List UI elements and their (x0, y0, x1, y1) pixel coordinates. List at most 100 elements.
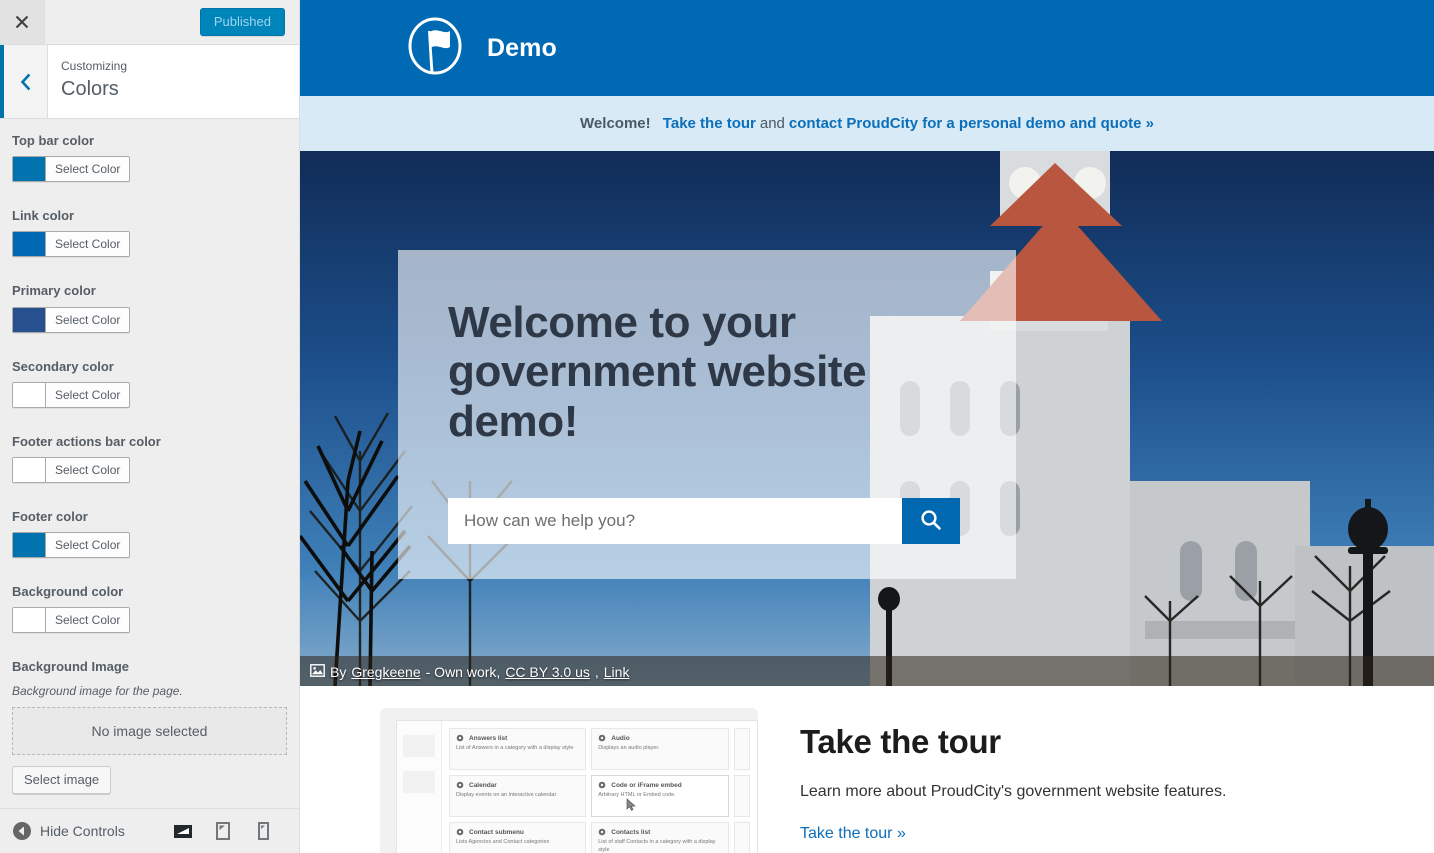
select-color-label: Select Color (55, 613, 121, 628)
control-footer-actions-bar-color: Footer actions bar color Select Color (12, 433, 287, 487)
color-swatch (13, 533, 46, 558)
take-the-tour-link[interactable]: Take the tour (663, 115, 756, 132)
tour-cta-link[interactable]: Take the tour » (800, 825, 906, 843)
control-label: Footer actions bar color (12, 433, 161, 449)
flag-circle-icon[interactable] (404, 17, 466, 79)
search-input[interactable] (448, 498, 902, 544)
page-title: Colors (61, 78, 119, 100)
feature-card-desc: Lists Agencies and Contact categories (456, 839, 550, 845)
control-primary-color: Primary color Select Color (12, 282, 287, 336)
customizer-actions: Published (45, 0, 299, 44)
color-picker-secondary[interactable]: Select Color (12, 381, 131, 408)
back-button[interactable] (0, 45, 48, 118)
feature-card: Code or iFrame embed Arbitrary HTML or E… (591, 775, 729, 817)
gear-icon (456, 828, 464, 836)
mobile-preview-icon[interactable] (253, 821, 273, 841)
attribution-source-link[interactable]: Link (604, 664, 630, 680)
publish-button[interactable]: Published (199, 8, 285, 36)
feature-card: Contacts list List of staff Contacts in … (591, 822, 729, 853)
chevron-left-icon (19, 73, 32, 91)
customizer-controls: Top bar color Select Color Link color Se… (0, 119, 299, 808)
feature-card-header: Answers list (456, 734, 579, 742)
tour-description: Learn more about ProudCity's government … (800, 783, 1227, 800)
search-icon (920, 509, 942, 534)
customizer-titlebar: Customizing Colors (0, 45, 299, 119)
image-icon (310, 664, 325, 680)
attribution-license-link[interactable]: CC BY 3.0 us (505, 664, 590, 680)
color-picker-primary[interactable]: Select Color (12, 306, 131, 333)
device-preview-switcher (173, 821, 287, 841)
screenshot-card-grid: Answers list List of Answers in a catego… (442, 721, 757, 853)
hide-controls-button[interactable]: Hide Controls (12, 821, 125, 841)
screenshot-sidebar-bar (403, 771, 435, 793)
select-color-label: Select Color (55, 387, 121, 402)
tour-title: Take the tour (800, 723, 1001, 760)
feature-card-header: Audio (598, 734, 721, 742)
desktop-preview-icon[interactable] (173, 821, 193, 841)
image-attribution: By Gregkeene - Own work, CC BY 3.0 us , … (310, 664, 629, 680)
tablet-preview-icon[interactable] (213, 821, 233, 841)
customizer-footer: Hide Controls (0, 808, 299, 853)
control-description: Background image for the page. (12, 683, 183, 698)
select-color-label: Select Color (55, 237, 121, 252)
feature-card-title: Contact submenu (469, 828, 524, 836)
feature-card-header: Contact submenu (456, 828, 579, 836)
feature-card-header: Contacts list (598, 828, 721, 836)
color-picker-top-bar[interactable]: Select Color (12, 156, 131, 183)
customizer-screen: Published Customizing Colors Top bar col… (0, 0, 1434, 853)
feature-card-title: Contacts list (611, 828, 651, 836)
feature-card-desc: List of staff Contacts in a category wit… (598, 839, 716, 853)
attribution-middle: - Own work, (425, 664, 501, 680)
attribution-separator: , (594, 664, 599, 680)
hero-title: Welcome to your government website demo! (448, 298, 867, 446)
gear-icon (598, 734, 606, 742)
color-swatch (13, 307, 46, 332)
collapse-arrow-icon (12, 821, 32, 841)
color-picker-footer[interactable]: Select Color (12, 532, 131, 559)
feature-card-title: Answers list (469, 734, 508, 742)
close-icon[interactable] (0, 0, 45, 44)
control-label: Background Image (12, 659, 130, 675)
site-title: Demo (487, 33, 557, 62)
attribution-author-link[interactable]: Gregkeene (351, 664, 420, 680)
control-top-bar-color: Top bar color Select Color (12, 132, 287, 186)
control-background-image: Background Image Background image for th… (12, 658, 287, 795)
color-picker-background[interactable]: Select Color (12, 607, 131, 634)
gear-icon (456, 781, 464, 789)
feature-card: Audio Displays an audio player. (591, 728, 729, 770)
notice-prefix: Welcome! (580, 115, 651, 132)
select-color-label: Select Color (55, 162, 121, 177)
feature-card-title: Code or iFrame embed (611, 781, 682, 789)
hero-section: Welcome to your government website demo! (300, 151, 1434, 686)
select-image-button[interactable]: Select image (12, 766, 112, 795)
select-color-label: Select Color (55, 462, 121, 477)
site-topbar: Demo (300, 0, 1434, 96)
color-picker-footer-actions-bar[interactable]: Select Color (12, 456, 131, 483)
select-color-label: Select Color (55, 538, 121, 553)
control-label: Primary color (12, 283, 96, 299)
hero-search-form (448, 498, 960, 544)
welcome-notice-bar: Welcome! Take the tour and contact Proud… (300, 96, 1434, 151)
feature-card: Answers list List of Answers in a catego… (449, 728, 587, 770)
tour-text-block: Take the tour Learn more about ProudCity… (758, 708, 1434, 853)
tour-thumbnail[interactable]: Answers list List of Answers in a catego… (380, 708, 758, 853)
gear-icon (456, 734, 464, 742)
feature-card-title: Audio (611, 734, 630, 742)
feature-card-partial (733, 775, 750, 817)
contact-proudcity-link[interactable]: contact ProudCity for a personal demo an… (789, 115, 1154, 132)
control-footer-color: Footer color Select Color (12, 508, 287, 562)
color-swatch (13, 157, 46, 182)
notice-middle: and (759, 115, 785, 132)
feature-card-partial (733, 728, 750, 770)
feature-card: Contact submenu Lists Agencies and Conta… (449, 822, 587, 853)
search-button[interactable] (902, 498, 960, 544)
color-picker-link[interactable]: Select Color (12, 231, 131, 258)
color-swatch (13, 457, 46, 482)
control-label: Secondary color (12, 358, 114, 374)
gear-icon (598, 828, 606, 836)
site-preview: Demo Welcome! Take the tour and contact … (300, 0, 1434, 853)
feature-card: Calendar Display events on an interactiv… (449, 775, 587, 817)
screenshot-preview: Answers list List of Answers in a catego… (396, 720, 758, 853)
control-secondary-color: Secondary color Select Color (12, 358, 287, 412)
feature-card-desc: Arbitrary HTML or Embed code. (598, 792, 676, 798)
